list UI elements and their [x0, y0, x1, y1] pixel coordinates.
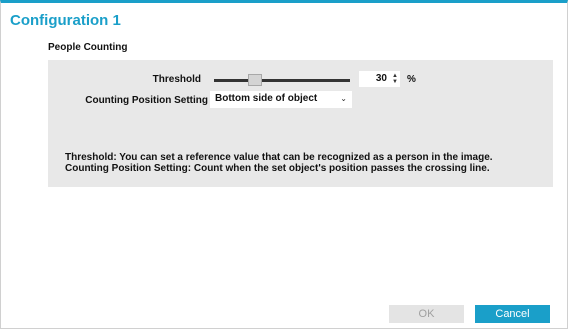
section-title: People Counting	[48, 42, 128, 53]
spin-down-icon[interactable]: ▼	[392, 79, 398, 85]
counting-position-value: Bottom side of object	[215, 93, 318, 104]
threshold-spinbox[interactable]: 30 ▲ ▼	[359, 71, 400, 87]
threshold-label: Threshold	[152, 74, 201, 85]
counting-position-label: Counting Position Setting	[85, 95, 208, 106]
threshold-unit: %	[407, 74, 416, 85]
chevron-down-icon: ⌄	[340, 94, 347, 103]
settings-panel: Threshold 30 ▲ ▼ % Counting Position Set…	[48, 60, 553, 187]
threshold-value: 30	[375, 73, 387, 84]
dialog-title: Configuration 1	[10, 12, 121, 29]
configuration-dialog: Configuration 1 People Counting Threshol…	[0, 0, 568, 329]
cancel-button[interactable]: Cancel	[475, 305, 550, 323]
help-text-threshold: Threshold: You can set a reference value…	[65, 152, 493, 163]
threshold-slider[interactable]	[214, 79, 350, 82]
threshold-slider-thumb[interactable]	[248, 74, 262, 86]
ok-button[interactable]: OK	[389, 305, 464, 323]
help-text-position: Counting Position Setting: Count when th…	[65, 163, 490, 174]
help-text: Threshold: You can set a reference value…	[65, 152, 493, 174]
counting-position-select[interactable]: Bottom side of object ⌄	[210, 91, 352, 108]
